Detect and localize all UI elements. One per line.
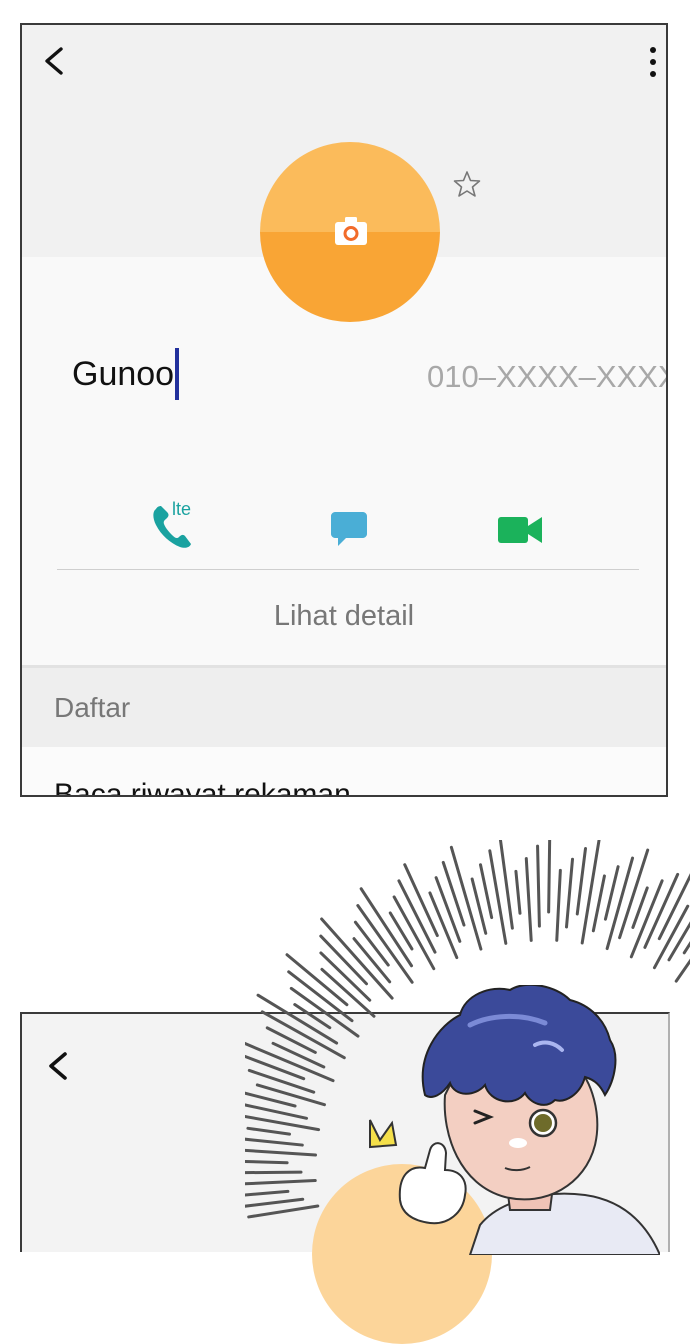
view-details-link[interactable]: Lihat detail <box>22 600 666 633</box>
speed-line <box>295 1005 330 1028</box>
speed-line <box>273 1043 324 1067</box>
name-input[interactable]: Gunoo <box>72 355 174 394</box>
camera-icon <box>334 216 368 246</box>
speed-line <box>249 1070 313 1092</box>
cartoon-character-illustration <box>330 985 660 1255</box>
text-cursor <box>175 348 179 400</box>
speed-line <box>245 1181 315 1186</box>
phone-number-field[interactable]: 010–XXXX–XXXX <box>427 359 668 395</box>
speed-line <box>245 1199 303 1207</box>
divider <box>57 569 639 570</box>
avatar-photo-button[interactable] <box>260 142 440 322</box>
video-call-icon[interactable] <box>497 514 543 546</box>
speed-line <box>526 859 531 941</box>
speed-line <box>245 1136 302 1145</box>
star-outline-icon[interactable] <box>452 169 482 199</box>
speed-line <box>593 876 604 931</box>
speed-line <box>245 1149 315 1155</box>
list-section-label: Daftar <box>54 692 130 724</box>
speed-line <box>516 871 520 913</box>
speed-line <box>538 846 540 926</box>
list-item-label: Baca riwayat rekaman <box>54 778 351 797</box>
speed-line <box>577 849 585 914</box>
speed-line <box>245 1161 287 1163</box>
speed-line <box>390 913 412 949</box>
speed-line <box>245 1101 307 1118</box>
message-icon[interactable] <box>330 510 368 548</box>
speed-line <box>257 1085 324 1105</box>
speed-line <box>267 1028 315 1053</box>
speed-line <box>549 840 550 912</box>
contact-editor-screen: Gunoo 010–XXXX–XXXX lte Lihat detail Daf… <box>20 23 668 797</box>
speed-line <box>557 870 561 940</box>
speed-line <box>443 862 464 925</box>
back-icon[interactable] <box>44 1050 76 1082</box>
more-vert-icon[interactable] <box>646 47 660 81</box>
speed-line <box>480 865 491 918</box>
speed-line <box>567 859 573 927</box>
speed-line <box>436 878 460 942</box>
speed-line <box>245 1191 288 1196</box>
lte-badge: lte <box>172 499 191 520</box>
speed-line <box>258 995 337 1043</box>
speed-line <box>249 1206 318 1217</box>
back-icon[interactable] <box>40 45 72 77</box>
speed-line <box>248 1128 290 1134</box>
speed-line <box>245 1055 304 1078</box>
